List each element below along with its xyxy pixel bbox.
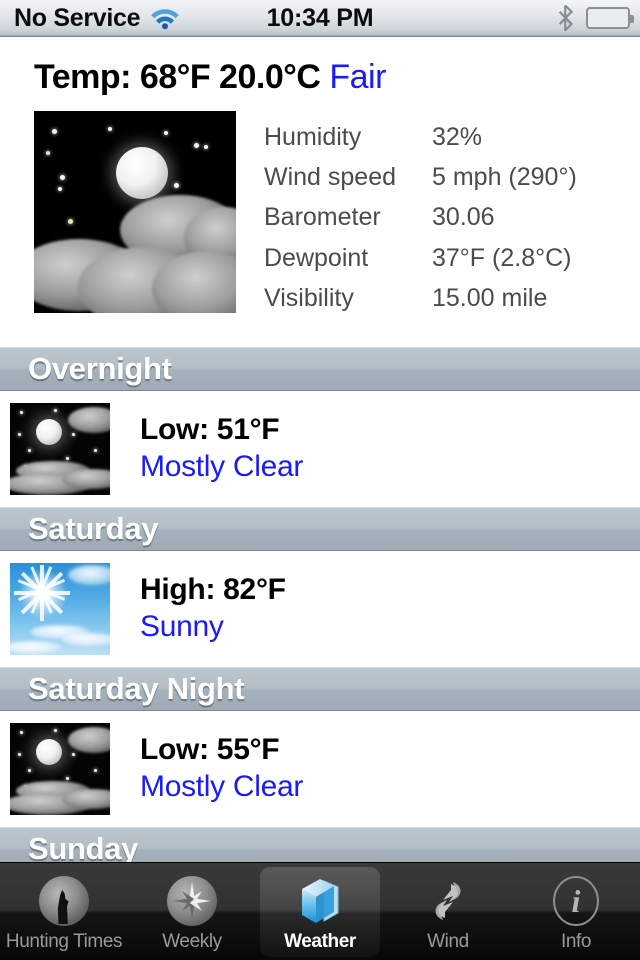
detail-label-wind-speed: Wind speed <box>264 163 397 192</box>
status-bar-right <box>558 4 634 32</box>
forecast-row-saturday-night[interactable]: Low: 55°F Mostly Clear <box>0 711 640 827</box>
forecast-icon-night-mostly-clear <box>10 403 110 495</box>
detail-value-visibility: 15.00 mile <box>432 283 548 312</box>
status-bar: No Service 10:34 PM <box>0 0 640 37</box>
tab-label: Weather <box>284 931 356 952</box>
tab-label: Wind <box>427 931 469 952</box>
battery-icon <box>586 7 634 29</box>
forecast-temp: Low: 55°F <box>140 733 280 767</box>
detail-label-visibility: Visibility <box>264 283 354 312</box>
current-temp-value: Temp: 68°F 20.0°C <box>34 58 321 96</box>
forecast-condition: Mostly Clear <box>140 450 304 483</box>
current-condition-label: Fair <box>329 58 386 96</box>
tab-label: Hunting Times <box>5 931 123 952</box>
tab-weather[interactable]: Weather <box>256 863 384 960</box>
forecast-scroll-area[interactable]: Overnight Low: 51°F Mostly Clear Saturda… <box>0 347 640 862</box>
forecast-section-header-saturday-night: Saturday Night <box>0 667 640 711</box>
section-title: Sunday <box>28 831 139 862</box>
swirl-arrows-icon <box>421 874 475 928</box>
forecast-text-saturday: High: 82°F Sunny <box>140 572 286 645</box>
forecast-text-overnight: Low: 51°F Mostly Clear <box>140 412 303 485</box>
forecast-condition: Mostly Clear <box>140 770 304 803</box>
forecast-section-header-sunday: Sunday <box>0 827 640 862</box>
tab-bar: Hunting Times Weekly Weather Wind i Info <box>0 862 640 960</box>
detail-label-barometer: Barometer <box>264 203 381 232</box>
forecast-temp: Low: 51°F <box>140 413 280 447</box>
detail-value-dewpoint: 37°F (2.8°C) <box>432 243 572 272</box>
tab-label: Info <box>560 931 592 952</box>
compass-icon <box>165 874 219 928</box>
tab-label: Weekly <box>162 931 222 952</box>
forecast-icon-night-mostly-clear <box>10 723 110 815</box>
info-icon: i <box>549 874 603 928</box>
detail-value-barometer: 30.06 <box>432 203 495 232</box>
forecast-section-header-saturday: Saturday <box>0 507 640 551</box>
current-temp-line: Temp: 68°F 20.0°C Fair <box>0 38 640 111</box>
forecast-row-saturday[interactable]: High: 82°F Sunny <box>0 551 640 667</box>
section-title: Saturday <box>28 511 159 546</box>
forecast-temp: High: 82°F <box>140 573 286 607</box>
forecast-section-header-overnight: Overnight <box>0 347 640 391</box>
clock-label: 10:34 PM <box>266 3 374 32</box>
tab-weekly[interactable]: Weekly <box>128 863 256 960</box>
bluetooth-icon <box>558 4 574 32</box>
tab-wind[interactable]: Wind <box>384 863 512 960</box>
detail-value-wind-speed: 5 mph (290°) <box>432 163 577 192</box>
moon-howl-icon <box>37 874 91 928</box>
tab-info[interactable]: i Info <box>512 863 640 960</box>
current-weather-image <box>34 111 236 313</box>
section-title: Overnight <box>28 351 172 386</box>
detail-label-humidity: Humidity <box>264 123 362 151</box>
forecast-condition: Sunny <box>140 610 224 643</box>
forecast-row-overnight[interactable]: Low: 51°F Mostly Clear <box>0 391 640 507</box>
detail-label-dewpoint: Dewpoint <box>264 243 369 272</box>
forecast-icon-sunny <box>10 563 110 655</box>
tab-hunting-times[interactable]: Hunting Times <box>0 863 128 960</box>
current-conditions-panel: Temp: 68°F 20.0°C Fair Humidity 32% Wind… <box>0 38 640 313</box>
blue-cube-icon <box>293 874 347 928</box>
app-screen: No Service 10:34 PM Temp: 68°F 20.0°C Fa… <box>0 0 640 960</box>
section-title: Saturday Night <box>28 671 245 706</box>
forecast-text-saturday-night: Low: 55°F Mostly Clear <box>140 732 303 805</box>
current-body: Humidity 32% Wind speed 5 mph (290°) Bar… <box>0 111 640 313</box>
current-details-table: Humidity 32% Wind speed 5 mph (290°) Bar… <box>264 111 577 313</box>
detail-value-humidity: 32% <box>432 123 483 151</box>
